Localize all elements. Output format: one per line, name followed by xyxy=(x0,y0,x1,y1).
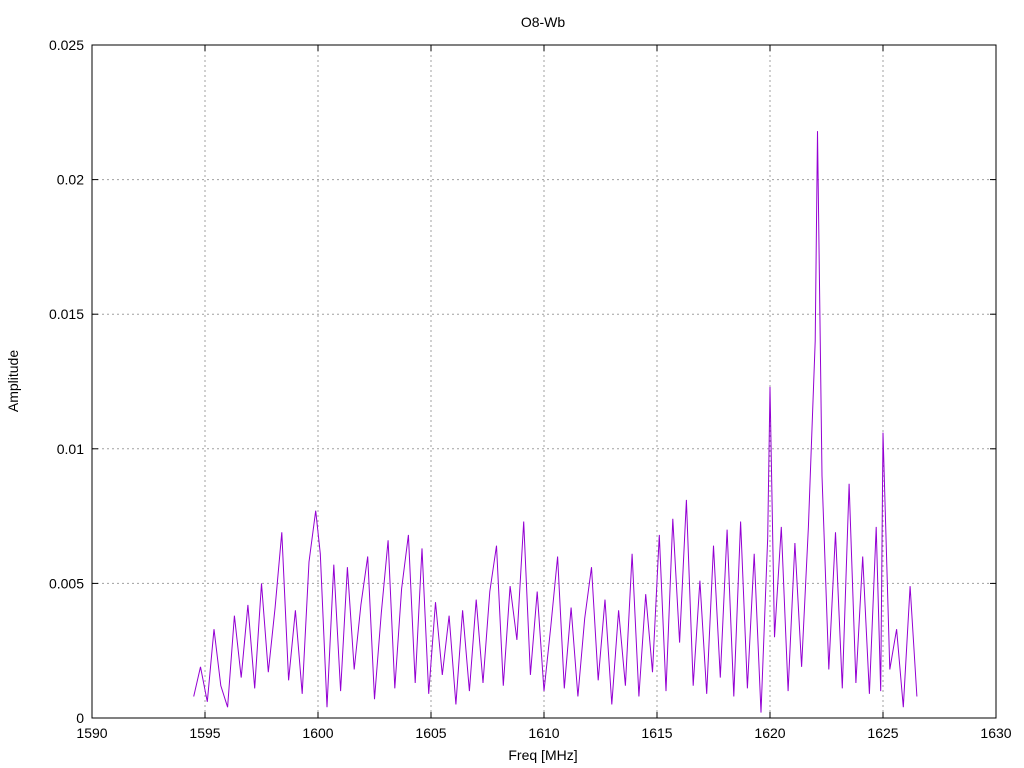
x-tick-label: 1610 xyxy=(528,725,559,741)
y-tick-label: 0.02 xyxy=(57,172,84,188)
grid xyxy=(92,45,996,718)
series-line xyxy=(193,131,918,713)
x-tick-label: 1615 xyxy=(641,725,672,741)
x-tick-label: 1590 xyxy=(76,725,107,741)
x-tick-label: 1600 xyxy=(302,725,333,741)
chart: O8-Wb 1590 1595 1600 1605 1610 1615 1620 1625 16… xyxy=(5,14,1012,763)
x-axis-label: Freq [MHz] xyxy=(508,747,577,763)
y-tick-label: 0 xyxy=(76,710,84,726)
x-tick-label: 1625 xyxy=(867,725,898,741)
x-tick-label: 1630 xyxy=(980,725,1011,741)
y-tick-label: 0.01 xyxy=(57,441,84,457)
y-axis-label: Amplitude xyxy=(5,350,21,412)
series xyxy=(193,131,918,713)
x-tick-label: 1595 xyxy=(189,725,220,741)
chart-title: O8-Wb xyxy=(521,14,566,30)
y-tick-label: 0.025 xyxy=(49,37,84,53)
y-tick-label: 0.005 xyxy=(49,575,84,591)
x-tick-label: 1605 xyxy=(415,725,446,741)
x-tick-label: 1620 xyxy=(754,725,785,741)
y-tick-label: 0.015 xyxy=(49,306,84,322)
